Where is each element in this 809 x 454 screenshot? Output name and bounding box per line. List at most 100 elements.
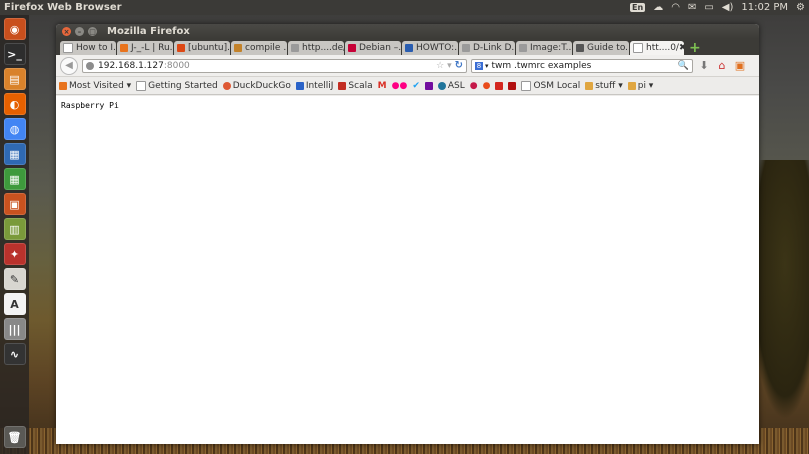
bookmark-osm-local[interactable]: OSM Local: [521, 80, 580, 91]
twitter-icon: ✔: [412, 80, 420, 91]
tab-favicon: [348, 44, 356, 52]
updates-icon[interactable]: A: [3, 293, 26, 315]
window-titlebar[interactable]: × – □ Mozilla Firefox: [56, 24, 759, 39]
firefox-window: × – □ Mozilla Firefox How to I... J-_-L …: [56, 24, 759, 444]
raspberry-icon: ●: [469, 80, 478, 91]
page-body-text: Raspberry Pi: [61, 101, 119, 110]
gear-icon[interactable]: ⚙: [796, 2, 805, 13]
intellij-icon: [295, 81, 304, 90]
bookmark-most-visited[interactable]: Most Visited ▾: [59, 81, 131, 91]
bookmark-orange[interactable]: ●: [483, 81, 491, 91]
folder-icon: [585, 81, 594, 90]
bookmark-stuff[interactable]: stuff ▾: [585, 81, 623, 91]
tab-label: [ubuntu]...: [188, 43, 230, 53]
terminal-icon[interactable]: >_: [3, 43, 26, 65]
bookmark-duckduckgo[interactable]: DuckDuckGo: [222, 80, 291, 91]
tab-strip: How to I... J-_-L | Ru... [ubuntu]... co…: [56, 39, 759, 55]
tab-8[interactable]: Image:T...: [516, 41, 572, 55]
site-identity-icon[interactable]: [86, 61, 94, 70]
clock[interactable]: 11:02 PM: [741, 2, 788, 13]
volume-icon[interactable]: ◀): [722, 2, 734, 13]
bookmark-twitter[interactable]: ✔: [412, 81, 420, 91]
folder-icon: [627, 81, 636, 90]
settings-icon[interactable]: ✦: [3, 243, 26, 265]
tab-favicon: [120, 44, 128, 52]
reload-icon[interactable]: ↻: [455, 60, 463, 71]
new-tab-button[interactable]: +: [689, 41, 701, 55]
search-engine-dropdown-icon[interactable]: ▾: [485, 62, 489, 70]
bookmark-label: pi ▾: [637, 80, 654, 91]
writer-icon[interactable]: ▦: [3, 143, 26, 165]
search-bar[interactable]: 8 ▾ twm .twmrc examples 🔍: [471, 58, 693, 73]
f-icon: [508, 81, 517, 90]
dash-icon[interactable]: ◉: [3, 18, 26, 40]
bookmark-label: DuckDuckGo: [232, 80, 291, 91]
bookmark-yahoo[interactable]: [424, 81, 433, 90]
bookmark-intellij[interactable]: IntelliJ: [295, 80, 334, 91]
tab-2[interactable]: [ubuntu]...: [174, 41, 230, 55]
close-window-icon[interactable]: ×: [62, 27, 71, 36]
text-editor-icon[interactable]: ✎: [3, 268, 26, 290]
home-icon[interactable]: ⌂: [715, 59, 729, 73]
tab-label: Image:T...: [530, 43, 572, 53]
tab-3[interactable]: compile ...: [231, 41, 287, 55]
tab-favicon: [405, 44, 413, 52]
minimize-window-icon[interactable]: –: [75, 27, 84, 36]
bookmark-pi[interactable]: pi ▾: [627, 80, 654, 91]
search-engine-icon[interactable]: 8: [475, 61, 483, 70]
keyboard-layout-indicator[interactable]: En: [630, 3, 646, 12]
impress-icon[interactable]: ▣: [3, 193, 26, 215]
page-icon: [136, 80, 147, 91]
firefox-icon[interactable]: ◐: [3, 93, 26, 115]
mail-icon[interactable]: ✉: [688, 2, 696, 13]
bookmark-label: ASL: [447, 80, 465, 91]
tab-7[interactable]: D-Link D...: [459, 41, 515, 55]
bookmark-red-square[interactable]: [495, 81, 504, 90]
calc-icon[interactable]: ▦: [3, 168, 26, 190]
bookmark-star-icon[interactable]: ☆ ▾: [436, 61, 451, 71]
bookmark-asl[interactable]: ASL: [437, 80, 465, 91]
close-tab-icon[interactable]: ✖: [679, 43, 684, 53]
bookmark-label: Scala: [348, 80, 373, 91]
tab-1[interactable]: J-_-L | Ru...: [117, 41, 173, 55]
downloads-icon[interactable]: ⬇: [697, 59, 711, 73]
chromium-icon[interactable]: ◍: [3, 118, 26, 140]
bookmark-label: IntelliJ: [305, 80, 334, 91]
files-icon[interactable]: ▤: [3, 68, 26, 90]
back-button[interactable]: ◀: [60, 56, 78, 75]
tab-10-active[interactable]: htt....0/✖: [630, 41, 684, 55]
flickr-icon: ●●: [391, 80, 408, 91]
bookmark-scala[interactable]: Scala: [338, 80, 373, 91]
scala-icon: [338, 81, 347, 90]
page-content[interactable]: Raspberry Pi: [56, 96, 759, 444]
archive-icon[interactable]: ▥: [3, 218, 26, 240]
bookmark-raspberry-pi[interactable]: ●: [470, 81, 478, 91]
tab-4[interactable]: http....de/: [288, 41, 344, 55]
tab-5[interactable]: Debian –...: [345, 41, 401, 55]
bookmark-flickr[interactable]: ●●: [392, 81, 408, 91]
duckduckgo-icon: [222, 81, 231, 90]
navigation-toolbar: ◀ 192.168.1.127:8000 ☆ ▾ ↻ 8 ▾ twm .twmrc…: [56, 55, 759, 77]
bookmark-gmail[interactable]: M: [378, 81, 387, 91]
addon-icon[interactable]: ▣: [733, 59, 747, 73]
trash-icon[interactable]: 🗑: [3, 426, 26, 448]
search-icon[interactable]: 🔍: [678, 61, 689, 71]
page-icon: [521, 80, 532, 91]
battery-icon[interactable]: ▭: [704, 2, 713, 13]
tab-favicon: [291, 44, 299, 52]
wifi-icon[interactable]: ◠: [671, 2, 680, 13]
mixer-icon[interactable]: |||: [3, 318, 26, 340]
tab-6[interactable]: HOWTO:...: [402, 41, 458, 55]
bookmark-f[interactable]: [508, 81, 517, 90]
search-query: twm .twmrc examples: [491, 60, 592, 71]
maximize-window-icon[interactable]: □: [88, 27, 97, 36]
window-title: Mozilla Firefox: [107, 26, 190, 37]
url-bar[interactable]: 192.168.1.127:8000 ☆ ▾ ↻: [82, 58, 467, 73]
tab-9[interactable]: Guide to...: [573, 41, 629, 55]
yahoo-icon: [424, 81, 433, 90]
bookmark-getting-started[interactable]: Getting Started: [136, 80, 218, 91]
unity-launcher: ◉ >_ ▤ ◐ ◍ ▦ ▦ ▣ ▥ ✦ ✎ A ||| ∿ 🗑: [0, 15, 29, 454]
system-monitor-icon[interactable]: ∿: [3, 343, 26, 365]
cloud-icon[interactable]: ☁: [653, 2, 663, 13]
tab-0[interactable]: How to I...: [60, 41, 116, 55]
